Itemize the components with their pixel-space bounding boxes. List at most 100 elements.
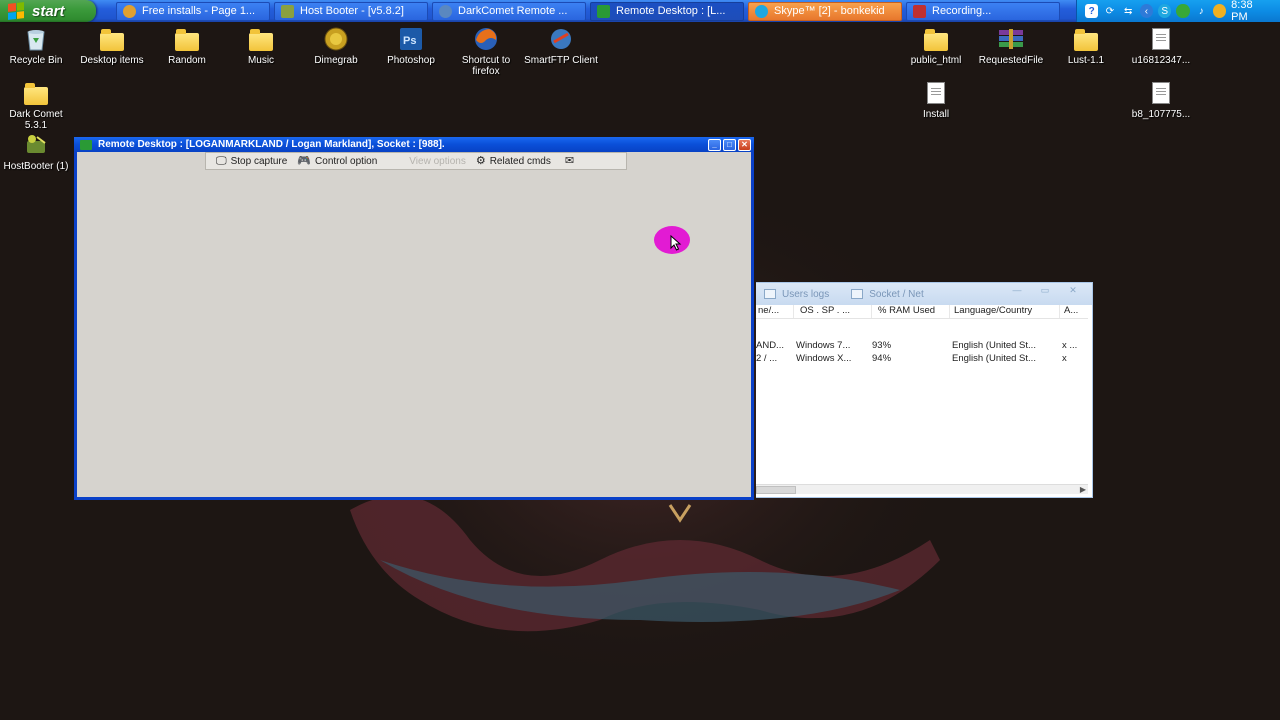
minimize-button[interactable]: _ (708, 138, 721, 151)
darkcomet-window: Users logs Socket / Net — ▭ ✕ ne/... OS … (756, 282, 1093, 498)
desktop-icon-recycle-bin[interactable]: Recycle Bin (0, 26, 74, 66)
taskbar-button-skype[interactable]: Skype™ [2] - bonkekid (748, 1, 902, 21)
table-cell: 94% (872, 353, 892, 364)
skype-icon (755, 4, 768, 18)
svg-text:Ps: Ps (403, 35, 416, 47)
window-title: Remote Desktop : [LOGANMARKLAND / Logan … (98, 139, 445, 150)
document-icon (1147, 80, 1175, 106)
remote-desktop-window: Remote Desktop : [LOGANMARKLAND / Logan … (74, 137, 754, 500)
scrollbar-thumb[interactable] (756, 486, 796, 494)
desktop-icon-u16812347[interactable]: u16812347... (1123, 26, 1199, 66)
desktop-icon-photoshop[interactable]: Ps Photoshop (373, 26, 449, 66)
scroll-right-arrow-icon[interactable]: ▶ (1080, 485, 1086, 494)
folder-icon (173, 26, 201, 52)
table-cell: Windows 7... (796, 340, 851, 351)
table-cell: x (1062, 353, 1067, 364)
darkcomet-icon (439, 4, 452, 18)
tab-socket-net[interactable]: Socket / Net (851, 289, 924, 300)
smartftp-icon (547, 26, 575, 52)
related-cmds-button[interactable]: ⚙ Related cmds (475, 154, 551, 167)
gear-icon: ⚙ (475, 154, 486, 167)
desktop-icon-dark-comet[interactable]: Dark Comet 5.3.1 (0, 80, 74, 131)
mouse-cursor-icon (670, 235, 682, 251)
close-button[interactable]: ✕ (738, 138, 751, 151)
recycle-bin-icon (22, 26, 50, 52)
table-row[interactable]: AND... Windows 7... 93% English (United … (756, 339, 1088, 352)
help-icon[interactable]: ? (1085, 4, 1099, 18)
refresh-icon[interactable]: ⟳ (1103, 4, 1116, 18)
clock[interactable]: 8:38 PM (1231, 0, 1270, 23)
envelope-icon: ✉ (564, 154, 575, 167)
column-header[interactable]: OS . SP . ... (794, 305, 872, 318)
table-cell: English (United St... (952, 340, 1036, 351)
start-button[interactable]: start (0, 0, 96, 22)
remote-desktop-toolbar: 🖵 Stop capture 🎮 Control option View opt… (205, 152, 627, 170)
column-header[interactable]: % RAM Used (872, 305, 950, 318)
document-icon (1147, 26, 1175, 52)
desktop-icon-smartftp[interactable]: SmartFTP Client (523, 26, 599, 66)
network-icon[interactable]: ⇆ (1122, 4, 1135, 18)
photoshop-icon: Ps (397, 26, 425, 52)
column-header[interactable]: A... (1060, 305, 1088, 318)
desktop-icon-hostbooter[interactable]: HostBooter (1) (0, 132, 74, 172)
desktop-icon-dimegrab[interactable]: Dimegrab (298, 26, 374, 66)
horizontal-scrollbar[interactable]: ▶ (756, 484, 1088, 494)
socket-net-icon (851, 289, 864, 299)
folder-icon (247, 26, 275, 52)
table-cell: 2 / ... (756, 353, 778, 364)
dimegrab-icon (322, 26, 350, 52)
taskbar-button-host-booter[interactable]: Host Booter - [v5.8.2] (274, 1, 428, 21)
column-header[interactable]: Language/Country (950, 305, 1060, 318)
desktop-icon-random[interactable]: Random (149, 26, 225, 66)
table-row[interactable]: 2 / ... Windows X... 94% English (United… (756, 352, 1088, 365)
desktop-icon-desktop-items[interactable]: Desktop items (74, 26, 150, 66)
desktop-icon-firefox[interactable]: Shortcut to firefox (448, 26, 524, 77)
maximize-button[interactable]: □ (723, 138, 736, 151)
table-cell: x ... (1062, 340, 1078, 351)
desktop-icon-requestedfile[interactable]: RequestedFile (973, 26, 1049, 66)
recording-icon (913, 4, 926, 18)
column-header[interactable]: ne/... (756, 305, 794, 318)
darkcomet-window-controls: — ▭ ✕ (1000, 286, 1084, 296)
desktop-icon-lust[interactable]: Lust-1.1 (1048, 26, 1124, 66)
control-option-button[interactable]: 🎮 Control option (297, 154, 377, 167)
stop-capture-button[interactable]: 🖵 Stop capture (216, 154, 287, 167)
minimize-icon[interactable]: — (1006, 286, 1028, 296)
gamepad-icon: 🎮 (297, 154, 312, 167)
users-logs-icon (764, 289, 776, 299)
winrar-icon (997, 26, 1025, 52)
table-cell: 93% (872, 340, 892, 351)
folder-icon (1072, 26, 1100, 52)
taskbar-button-darkcomet[interactable]: DarkComet Remote ... (432, 1, 586, 21)
tab-users-logs[interactable]: Users logs (764, 289, 829, 300)
volume-icon[interactable]: ♪ (1195, 4, 1208, 18)
security-icon[interactable] (1212, 4, 1227, 18)
taskbar-button-free-installs[interactable]: Free installs - Page 1... (116, 1, 270, 21)
folder-icon (22, 80, 50, 106)
hostbooter-icon (22, 132, 50, 158)
desktop-icon-music[interactable]: Music (223, 26, 299, 66)
desktop-icon-public-html[interactable]: public_html (898, 26, 974, 66)
desktop-icon-b8[interactable]: b8_107775... (1123, 80, 1199, 120)
back-icon[interactable]: ‹ (1139, 4, 1154, 18)
mail-button[interactable]: ✉ (564, 154, 578, 167)
table-cell: Windows X... (796, 353, 852, 364)
desktop-icon-install[interactable]: Install (898, 80, 974, 120)
folder-icon (922, 26, 950, 52)
darkcomet-tray-icon[interactable] (1176, 4, 1190, 18)
taskbar: start Free installs - Page 1... Host Boo… (0, 0, 1280, 23)
start-label: start (32, 2, 65, 20)
monitor-icon: 🖵 (216, 154, 227, 167)
users-table-header: ne/... OS . SP . ... % RAM Used Language… (756, 305, 1088, 319)
view-options-button[interactable]: View options (409, 156, 466, 167)
table-cell: English (United St... (952, 353, 1036, 364)
table-cell: AND... (756, 340, 784, 351)
taskbar-button-remote-desktop[interactable]: Remote Desktop : [L... (590, 1, 744, 21)
taskbar-button-recording[interactable]: Recording... (906, 1, 1060, 21)
windows-logo-icon (8, 2, 24, 20)
remote-desktop-titlebar[interactable]: Remote Desktop : [LOGANMARKLAND / Logan … (74, 137, 754, 152)
close-icon[interactable]: ✕ (1062, 286, 1084, 296)
maximize-icon[interactable]: ▭ (1034, 286, 1056, 296)
system-tray: ? ⟳ ⇆ ‹ S ♪ 8:38 PM (1076, 0, 1280, 23)
skype-tray-icon[interactable]: S (1158, 4, 1172, 18)
